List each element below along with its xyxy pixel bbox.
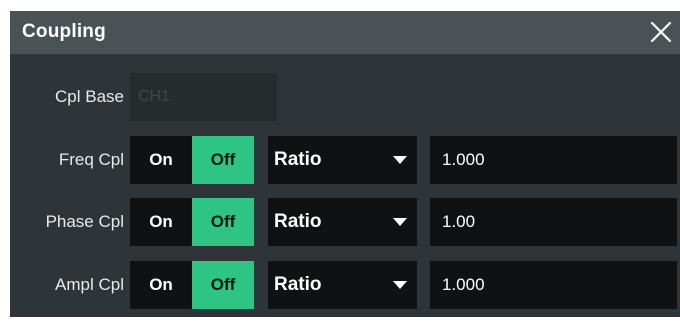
phase-cpl-mode-select[interactable]: Ratio — [268, 198, 417, 246]
close-button[interactable] — [647, 18, 675, 46]
freq-cpl-off-button[interactable]: Off — [192, 136, 254, 184]
ampl-cpl-value-input[interactable]: 1.000 — [430, 261, 677, 309]
cpl-base-row: Cpl Base CH1 — [10, 73, 680, 121]
phase-cpl-row: Phase Cpl On Off Ratio 1.00 — [10, 198, 680, 246]
freq-cpl-mode-select[interactable]: Ratio — [268, 136, 417, 184]
phase-cpl-mode-value: Ratio — [274, 211, 322, 232]
dialog-titlebar: Coupling — [10, 11, 680, 54]
phase-cpl-value-input[interactable]: 1.00 — [430, 198, 677, 246]
caret-down-icon — [393, 281, 407, 289]
freq-cpl-toggle: On Off — [130, 136, 254, 184]
ampl-cpl-on-button[interactable]: On — [130, 261, 192, 309]
ampl-cpl-label: Ampl Cpl — [55, 275, 124, 294]
freq-cpl-label: Freq Cpl — [58, 150, 124, 169]
ampl-cpl-mode-select[interactable]: Ratio — [268, 261, 417, 309]
freq-cpl-row: Freq Cpl On Off Ratio 1.000 — [10, 136, 680, 184]
phase-cpl-off-button[interactable]: Off — [192, 198, 254, 246]
freq-cpl-value-input[interactable]: 1.000 — [430, 136, 677, 184]
coupling-dialog: Coupling Cpl Base CH1 Freq Cpl On Off Ra… — [10, 11, 680, 317]
close-icon — [650, 21, 672, 43]
phase-cpl-on-button[interactable]: On — [130, 198, 192, 246]
cpl-base-label: Cpl Base — [55, 87, 124, 106]
ampl-cpl-toggle: On Off — [130, 261, 254, 309]
phase-cpl-label: Phase Cpl — [45, 212, 124, 231]
ampl-cpl-row: Ampl Cpl On Off Ratio 1.000 — [10, 261, 680, 309]
dialog-title: Coupling — [22, 21, 106, 42]
phase-cpl-toggle: On Off — [130, 198, 254, 246]
freq-cpl-on-button[interactable]: On — [130, 136, 192, 184]
caret-down-icon — [393, 156, 407, 164]
ampl-cpl-off-button[interactable]: Off — [192, 261, 254, 309]
cpl-base-field[interactable]: CH1 — [130, 73, 277, 121]
ampl-cpl-mode-value: Ratio — [274, 274, 322, 295]
caret-down-icon — [393, 218, 407, 226]
freq-cpl-mode-value: Ratio — [274, 149, 322, 170]
